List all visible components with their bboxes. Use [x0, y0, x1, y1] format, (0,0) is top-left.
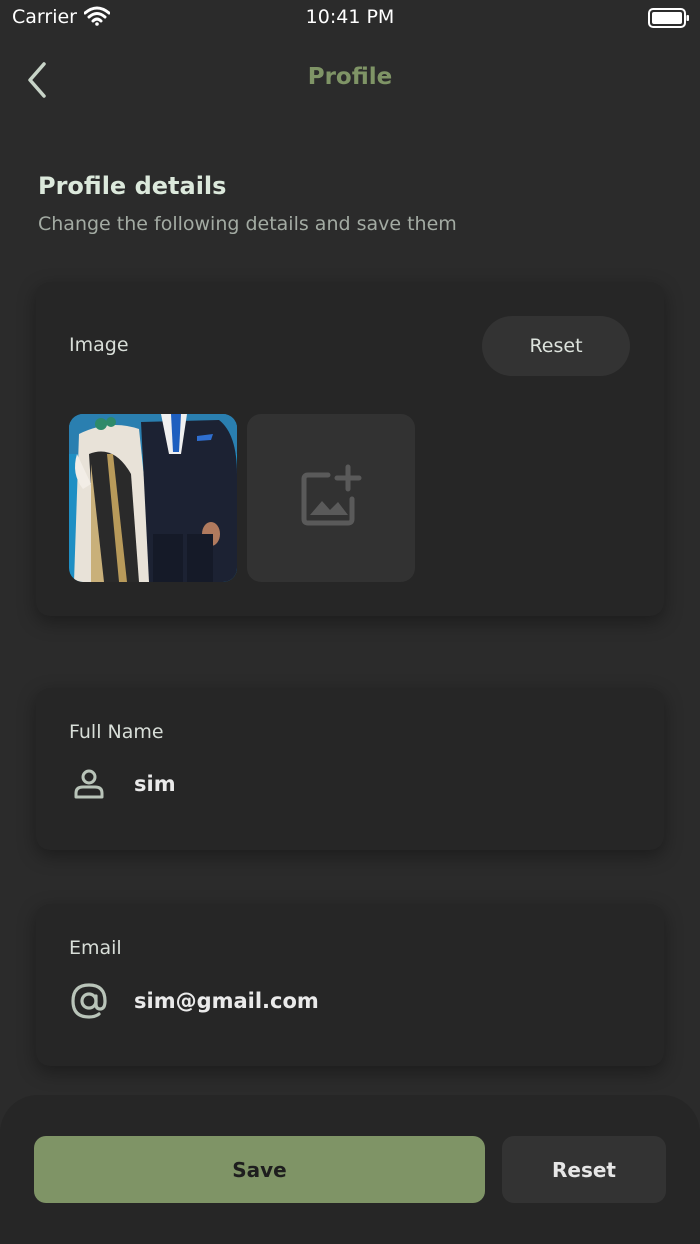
add-image-slot[interactable]	[247, 414, 415, 582]
person-icon	[69, 764, 109, 804]
reset-button[interactable]: Reset	[502, 1136, 666, 1203]
full-name-value: sim	[134, 772, 176, 796]
image-reset-button[interactable]: Reset	[482, 316, 630, 376]
save-button[interactable]: Save	[34, 1136, 485, 1203]
section-subtitle: Change the following details and save th…	[38, 213, 457, 235]
bottom-action-bar: Save Reset	[0, 1095, 700, 1244]
email-value: sim@gmail.com	[134, 989, 319, 1013]
full-name-card: Full Name sim	[36, 688, 664, 850]
status-bar: Carrier 10:41 PM	[0, 0, 700, 36]
battery-icon	[648, 8, 690, 32]
status-time: 10:41 PM	[305, 6, 395, 28]
page-title: Profile	[307, 64, 393, 90]
profile-image-thumbnail[interactable]	[69, 414, 237, 582]
full-name-field[interactable]: sim	[69, 764, 176, 804]
at-icon	[69, 981, 109, 1021]
email-field[interactable]: sim@gmail.com	[69, 981, 319, 1021]
nav-bar: Profile	[0, 50, 700, 112]
full-name-label: Full Name	[69, 721, 164, 743]
email-card: Email sim@gmail.com	[36, 904, 664, 1066]
email-label: Email	[69, 937, 122, 959]
section-title: Profile details	[38, 172, 227, 200]
image-label: Image	[69, 334, 129, 356]
image-card: Image Reset	[36, 282, 664, 616]
add-photo-icon	[298, 463, 364, 533]
